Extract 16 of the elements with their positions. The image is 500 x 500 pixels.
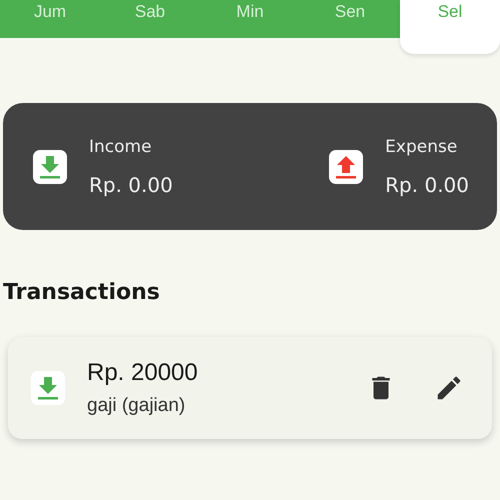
summary-label: Income [89, 136, 153, 156]
download-icon [33, 150, 67, 184]
day-tab[interactable]: Sen [300, 0, 400, 24]
summary-amount: Rp. 0.00 [385, 172, 469, 196]
section-heading: Transactions [3, 280, 161, 305]
transaction-description: gaji (gajian) [87, 395, 186, 417]
download-icon [31, 371, 65, 405]
day-tab[interactable]: Sab [100, 0, 200, 24]
transaction-card[interactable]: Rp. 20000 gaji (gajian) [8, 337, 492, 439]
summary-amount: Rp. 0.00 [89, 172, 173, 196]
day-tab[interactable]: Min [200, 0, 300, 24]
summary-label: Expense [385, 136, 458, 156]
upload-icon [329, 150, 364, 184]
day-tab[interactable]: Sel [400, 0, 500, 54]
day-tab[interactable]: Jum [0, 0, 100, 24]
transaction-amount: Rp. 20000 [87, 359, 199, 387]
